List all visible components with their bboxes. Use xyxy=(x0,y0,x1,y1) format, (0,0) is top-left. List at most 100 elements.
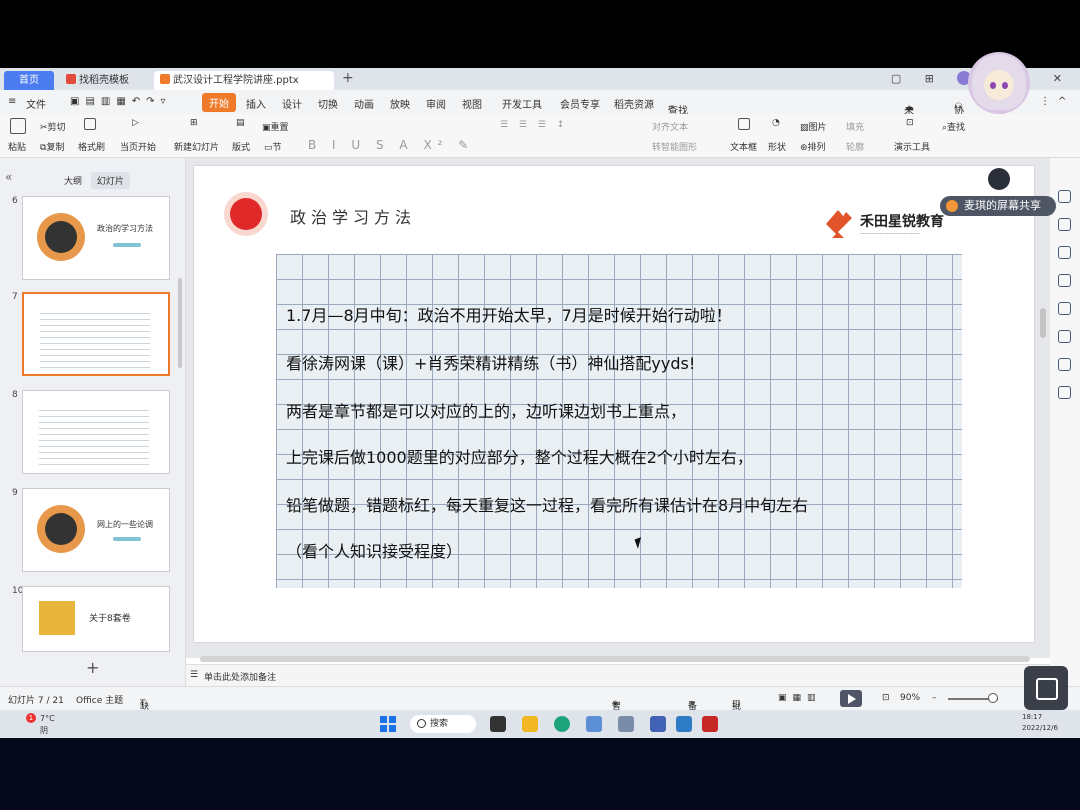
location-icon[interactable] xyxy=(1058,358,1071,371)
zoom-level[interactable]: 90% xyxy=(900,693,920,703)
reset-button[interactable]: ▣重置 xyxy=(262,120,289,133)
menu-home[interactable]: 开始 xyxy=(202,93,236,112)
cut-button[interactable]: ✂剪切 xyxy=(40,120,66,133)
thumb-text xyxy=(39,405,149,465)
paste-button[interactable] xyxy=(10,118,28,135)
new-tab-button[interactable]: + xyxy=(342,70,354,86)
book-icon[interactable] xyxy=(1058,386,1071,399)
taskbar-search[interactable]: 搜索 xyxy=(410,715,476,733)
menu-insert[interactable]: 插入 xyxy=(246,96,266,111)
task-view-icon[interactable] xyxy=(490,716,506,732)
collapse-panel-icon[interactable]: « xyxy=(5,170,12,184)
notes-bar[interactable]: ☰ 单击此处添加备注 xyxy=(186,664,1050,688)
textbox-button[interactable]: 文本框 xyxy=(730,140,757,153)
zoom-slider-knob[interactable] xyxy=(988,693,998,703)
menu-transition[interactable]: 切换 xyxy=(318,96,338,111)
adjust-icon[interactable] xyxy=(1058,218,1071,231)
style-icon[interactable] xyxy=(1058,190,1071,203)
fit-icon[interactable]: ⊡ xyxy=(882,693,890,703)
app-icon[interactable] xyxy=(618,716,634,732)
shape-icon[interactable]: ◔ xyxy=(772,118,780,128)
format-painter-label[interactable]: 格式刷 xyxy=(78,140,105,153)
section-button[interactable]: ▭节 xyxy=(264,140,282,153)
weather-widget[interactable]: 1 7°C 阴 xyxy=(20,712,60,736)
layout-icon[interactable]: ▤ xyxy=(236,118,245,128)
picture-button[interactable]: ▨图片 xyxy=(800,120,827,133)
menu-slideshow[interactable]: 放映 xyxy=(390,96,410,111)
slide-thumb-10[interactable]: 关于8套卷 xyxy=(22,586,170,652)
tab-slides[interactable]: 幻灯片 xyxy=(90,172,130,189)
edit-floating-button[interactable] xyxy=(1024,666,1068,710)
horizontal-scrollbar[interactable] xyxy=(200,656,1030,662)
font-style-buttons[interactable]: B I U S A X² ✎ xyxy=(308,138,474,152)
from-current-button[interactable]: 当页开始 xyxy=(120,140,156,153)
system-clock[interactable]: 18:17 2022/12/6 xyxy=(1022,712,1058,734)
grid-text-box[interactable]: 1.7月—8月中旬：政治不用开始太早，7月是时候开始行动啦！ 看徐涛网课（课）+… xyxy=(276,254,962,588)
file-explorer-icon[interactable] xyxy=(522,716,538,732)
smartart-button[interactable]: 转智能图形 xyxy=(652,140,697,153)
edge-browser-icon[interactable] xyxy=(554,716,570,732)
shape-button[interactable]: 形状 xyxy=(768,140,786,153)
tab-home[interactable]: 首页 xyxy=(4,71,54,90)
menu-design[interactable]: 设计 xyxy=(282,96,302,111)
tools-button[interactable]: 演示工具 xyxy=(894,140,930,153)
app-icon[interactable] xyxy=(650,716,666,732)
theme-name[interactable]: Office 主题 xyxy=(76,693,123,706)
textbox-icon[interactable] xyxy=(738,118,752,131)
find-button[interactable]: ⌕查找 xyxy=(942,120,965,133)
menu-view[interactable]: 视图 xyxy=(462,96,482,111)
wps-app-icon[interactable] xyxy=(702,716,718,732)
arrange-button[interactable]: ⊛排列 xyxy=(800,140,826,153)
weather-condition: 阴 xyxy=(40,726,48,735)
zoom-out-icon[interactable]: – xyxy=(932,693,937,703)
play-from-current-icon[interactable]: ▷ xyxy=(132,118,139,128)
menu-review[interactable]: 审阅 xyxy=(426,96,446,111)
shape-panel-icon[interactable] xyxy=(1058,246,1071,259)
canvas-scrollbar[interactable] xyxy=(1040,308,1046,338)
menu-animation[interactable]: 动画 xyxy=(354,96,374,111)
menu-docer[interactable]: 稻壳资源 xyxy=(614,96,654,111)
more-icon[interactable]: ⋮ xyxy=(1040,96,1050,107)
transition-panel-icon[interactable] xyxy=(1058,302,1071,315)
content-line-4: 上完课后做1000题里的对应部分，整个过程大概在2个小时左右， xyxy=(286,448,753,467)
slide-thumb-9[interactable]: 网上的一些论调 xyxy=(22,488,170,572)
slide-thumb-6[interactable]: 政治的学习方法 xyxy=(22,196,170,280)
new-slide-button[interactable]: 新建幻灯片 xyxy=(174,140,219,153)
microphone-icon[interactable] xyxy=(988,168,1010,190)
paragraph-buttons[interactable]: ☰ ☰ ☰ ↕ xyxy=(500,120,568,130)
settings-icon[interactable] xyxy=(1058,330,1071,343)
play-slideshow-button[interactable] xyxy=(840,690,862,707)
arrange-icon: ⊛ xyxy=(800,143,808,153)
copy-button[interactable]: ⧉复制 xyxy=(40,140,64,153)
tab-file[interactable]: 武汉设计工程学院讲座.pptx xyxy=(154,71,334,90)
windows-start-icon[interactable] xyxy=(380,716,396,732)
fill-button[interactable]: 填充 xyxy=(846,120,864,133)
quick-access-icons[interactable]: ▣▤▥▦↶↷▿ xyxy=(70,96,172,107)
app-icon[interactable] xyxy=(676,716,692,732)
outline-button[interactable]: 轮廓 xyxy=(846,140,864,153)
presenter-avatar[interactable] xyxy=(968,52,1030,114)
tab-template[interactable]: 找稻壳模板 xyxy=(60,71,150,90)
menu-file[interactable]: 文件 xyxy=(26,96,46,111)
thumb-image xyxy=(37,213,85,261)
view-mode-icons[interactable]: ▣▦▥ xyxy=(778,693,822,703)
slide-thumb-7[interactable] xyxy=(22,292,170,376)
photos-app-icon[interactable] xyxy=(586,716,602,732)
add-slide-button[interactable]: + xyxy=(86,658,99,677)
collapse-ribbon-icon[interactable]: ^ xyxy=(1058,96,1066,107)
format-painter-icon[interactable] xyxy=(84,118,98,131)
new-slide-icon[interactable]: ⊞ xyxy=(190,118,198,128)
layout-button[interactable]: 版式 xyxy=(232,140,250,153)
section-label: 节 xyxy=(272,143,282,153)
tools-icon[interactable]: ⊡ xyxy=(906,118,914,128)
menu-hamburger-icon[interactable]: ≡ xyxy=(8,96,16,107)
slide-thumb-8[interactable] xyxy=(22,390,170,474)
menu-developer[interactable]: 开发工具 xyxy=(502,96,542,111)
align-text-button[interactable]: 对齐文本 xyxy=(652,120,688,133)
tab-outline[interactable]: 大纲 xyxy=(58,172,88,189)
current-slide[interactable]: 政治学习方法 禾田星锐教育 —————————— 1.7月—8月中旬：政治不用开… xyxy=(194,166,1034,642)
menu-member[interactable]: 会员专享 xyxy=(560,96,600,111)
notification-badge: 1 xyxy=(26,713,36,723)
panel-scrollbar[interactable] xyxy=(178,278,182,368)
animation-panel-icon[interactable] xyxy=(1058,274,1071,287)
